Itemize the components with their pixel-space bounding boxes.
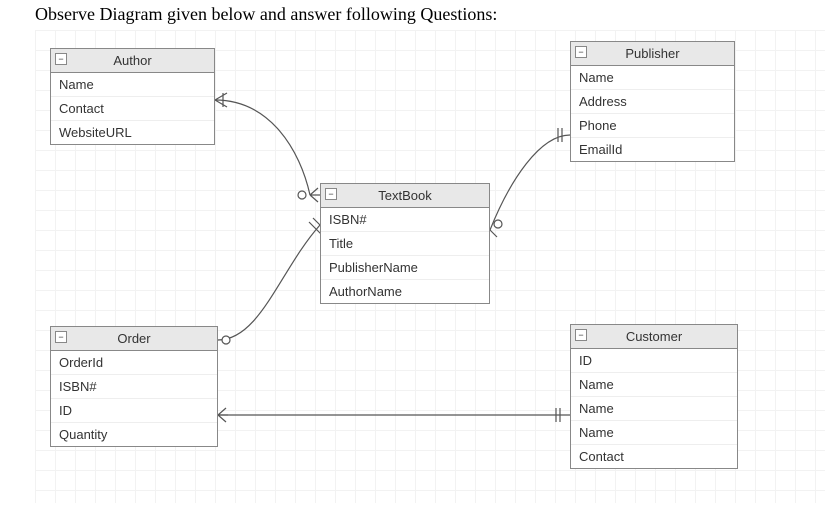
entity-publisher: − Publisher Name Address Phone EmailId bbox=[570, 41, 735, 162]
entity-attr: Phone bbox=[571, 113, 734, 137]
entity-attr: Contact bbox=[571, 444, 737, 468]
entity-title: Publisher bbox=[625, 46, 679, 61]
entity-attr: ID bbox=[571, 349, 737, 372]
entity-customer: − Customer ID Name Name Name Contact bbox=[570, 324, 738, 469]
entity-attr: PublisherName bbox=[321, 255, 489, 279]
entity-attr: Name bbox=[571, 372, 737, 396]
entity-attr: Name bbox=[571, 396, 737, 420]
entity-title: Customer bbox=[626, 329, 682, 344]
entity-attr: Name bbox=[571, 66, 734, 89]
entity-textbook: − TextBook ISBN# Title PublisherName Aut… bbox=[320, 183, 490, 304]
collapse-icon[interactable]: − bbox=[575, 46, 587, 58]
entity-attr: Name bbox=[51, 73, 214, 96]
entity-attr: ID bbox=[51, 398, 217, 422]
entity-title: TextBook bbox=[378, 188, 431, 203]
entity-order-header: − Order bbox=[51, 327, 217, 351]
entity-attr: WebsiteURL bbox=[51, 120, 214, 144]
entity-attr: EmailId bbox=[571, 137, 734, 161]
collapse-icon[interactable]: − bbox=[325, 188, 337, 200]
collapse-icon[interactable]: − bbox=[55, 331, 67, 343]
entity-title: Order bbox=[117, 331, 150, 346]
entity-attr: Name bbox=[571, 420, 737, 444]
entity-order: − Order OrderId ISBN# ID Quantity bbox=[50, 326, 218, 447]
entity-publisher-header: − Publisher bbox=[571, 42, 734, 66]
collapse-icon[interactable]: − bbox=[575, 329, 587, 341]
collapse-icon[interactable]: − bbox=[55, 53, 67, 65]
entity-attr: AuthorName bbox=[321, 279, 489, 303]
entity-customer-header: − Customer bbox=[571, 325, 737, 349]
question-text: Observe Diagram given below and answer f… bbox=[35, 4, 497, 25]
entity-author-header: − Author bbox=[51, 49, 214, 73]
entity-attr: OrderId bbox=[51, 351, 217, 374]
entity-attr: Title bbox=[321, 231, 489, 255]
entity-textbook-header: − TextBook bbox=[321, 184, 489, 208]
entity-attr: ISBN# bbox=[51, 374, 217, 398]
entity-title: Author bbox=[113, 53, 151, 68]
entity-attr: Address bbox=[571, 89, 734, 113]
entity-attr: Quantity bbox=[51, 422, 217, 446]
entity-attr: ISBN# bbox=[321, 208, 489, 231]
entity-attr: Contact bbox=[51, 96, 214, 120]
entity-author: − Author Name Contact WebsiteURL bbox=[50, 48, 215, 145]
